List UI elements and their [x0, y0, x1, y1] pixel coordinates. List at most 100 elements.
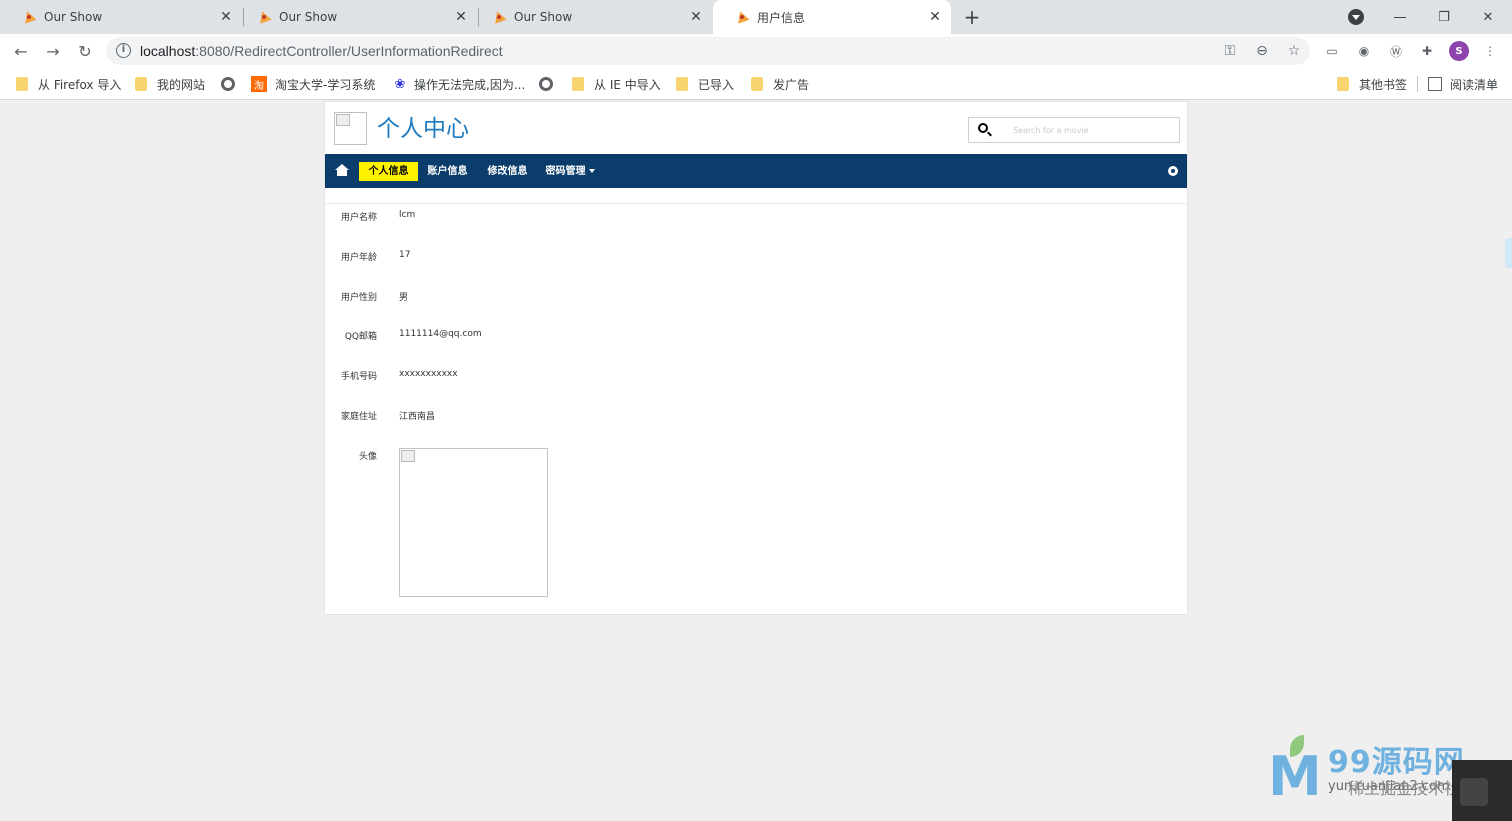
star-bookmark-icon[interactable]: ☆	[1285, 42, 1303, 60]
tab-title: 用户信息	[757, 10, 806, 25]
site-favicon-icon	[492, 10, 506, 24]
browser-tab[interactable]: Our Show ✕	[470, 0, 712, 34]
search-input[interactable]	[1013, 122, 1173, 138]
edge-tab	[1505, 238, 1512, 268]
close-window-button[interactable]: ✕	[1466, 0, 1510, 34]
extension-screen-icon[interactable]: ▭	[1322, 41, 1342, 61]
bookmark-item[interactable]	[221, 75, 245, 93]
watermark-logo-letter: M	[1268, 745, 1322, 808]
minimize-button[interactable]: —	[1378, 0, 1422, 34]
folder-icon	[16, 77, 28, 91]
field-label: QQ邮箱	[344, 332, 377, 342]
close-tab-icon[interactable]: ✕	[453, 9, 469, 25]
reload-icon[interactable]: ↻	[73, 39, 97, 63]
forward-arrow-icon[interactable]: →	[41, 39, 65, 63]
bookmark-label: 操作无法完成,因为...	[414, 77, 526, 92]
bookmark-item[interactable]: 发广告	[751, 75, 809, 93]
floating-widget[interactable]	[1452, 760, 1512, 821]
site-favicon-icon	[735, 10, 749, 24]
bookmark-item[interactable]: ❀ 操作无法完成,因为...	[392, 75, 526, 93]
tab-title: Our Show	[44, 10, 103, 24]
profile-avatar[interactable]: S	[1449, 41, 1469, 61]
widget-button[interactable]	[1460, 778, 1488, 806]
browser-toolbar: ← → ↻ i localhost:8080/RedirectControlle…	[0, 34, 1512, 68]
browser-tab[interactable]: Our Show ✕	[235, 0, 477, 34]
bookmark-label: 从 IE 中导入	[594, 77, 661, 92]
nav-edit-info[interactable]: 修改信息	[483, 162, 532, 181]
avatar-image	[399, 448, 548, 597]
extensions-puzzle-icon[interactable]: ✚	[1417, 41, 1437, 61]
search-icon[interactable]	[978, 123, 988, 133]
page-container: 个人中心 个人信息 账户信息 修改信息 密码管理 用户名称 lcm 用户年龄 1…	[324, 101, 1188, 615]
globe-icon	[221, 77, 235, 91]
folder-icon	[572, 77, 584, 91]
close-tab-icon[interactable]: ✕	[688, 9, 704, 25]
gear-icon[interactable]	[1168, 166, 1178, 176]
bookmark-label: 已导入	[698, 77, 735, 92]
field-label: 手机号码	[340, 372, 377, 382]
bookmark-separator	[1417, 76, 1418, 92]
site-favicon-icon	[257, 10, 271, 24]
word-extension-icon[interactable]: Ⓦ	[1386, 41, 1406, 61]
nav-label: 密码管理	[545, 166, 586, 177]
new-tab-button[interactable]: +	[960, 5, 984, 29]
bookmarks-bar: 从 Firefox 导入 我的网站 淘淘宝大学-学习系统 ❀ 操作无法完成,因为.…	[0, 68, 1512, 100]
field-label: 用户名称	[340, 213, 377, 223]
address-bar[interactable]: i localhost:8080/RedirectController/User…	[106, 37, 1310, 65]
section-divider	[325, 203, 1187, 204]
bookmark-item[interactable]: 从 IE 中导入	[572, 75, 661, 93]
field-value: 1111114@qq.com	[399, 329, 482, 339]
key-icon[interactable]: ⚿	[1221, 42, 1239, 60]
bookmark-item[interactable]	[539, 75, 563, 93]
bookmark-label: 其他书签	[1359, 77, 1408, 92]
movie-search[interactable]	[968, 117, 1180, 143]
bookmark-label: 发广告	[773, 77, 810, 92]
folder-icon	[751, 77, 763, 91]
nav-personal-info[interactable]: 个人信息	[359, 162, 418, 181]
close-tab-icon[interactable]: ✕	[927, 9, 943, 25]
tab-search-icon[interactable]	[1348, 9, 1364, 25]
field-value: 17	[399, 250, 411, 260]
tab-title: Our Show	[514, 10, 573, 24]
field-value: xxxxxxxxxxx	[399, 369, 458, 379]
bookmark-label: 我的网站	[157, 77, 206, 92]
more-menu-icon[interactable]: ⋮	[1480, 41, 1500, 61]
close-tab-icon[interactable]: ✕	[218, 9, 234, 25]
folder-icon	[135, 77, 147, 91]
home-icon[interactable]	[335, 164, 349, 178]
restore-button[interactable]: ❐	[1422, 0, 1466, 34]
tab-title: Our Show	[279, 10, 338, 24]
bookmark-label: 从 Firefox 导入	[38, 77, 122, 92]
bookmark-label: 阅读清单	[1450, 77, 1499, 92]
bookmark-other[interactable]: 其他书签	[1337, 75, 1407, 93]
nav-account-info[interactable]: 账户信息	[423, 162, 472, 181]
browser-tab-active[interactable]: 用户信息 ✕	[713, 0, 951, 34]
camera-icon[interactable]: ◉	[1354, 41, 1374, 61]
field-label: 头像	[358, 452, 377, 462]
bookmark-item[interactable]: 我的网站	[135, 75, 205, 93]
bookmark-item[interactable]: 淘淘宝大学-学习系统	[251, 75, 375, 93]
page-title[interactable]: 个人中心	[377, 109, 469, 143]
back-arrow-icon[interactable]: ←	[9, 39, 33, 63]
tab-strip: Our Show ✕ Our Show ✕ Our Show ✕ 用户信息 ✕ …	[0, 0, 1512, 34]
globe-icon	[539, 77, 553, 91]
reading-list-icon	[1428, 77, 1442, 91]
bookmark-item[interactable]: 已导入	[676, 75, 734, 93]
nav-password-mgmt[interactable]: 密码管理	[542, 162, 598, 181]
folder-icon	[676, 77, 688, 91]
site-info-icon[interactable]: i	[116, 43, 131, 58]
broken-logo-image[interactable]	[334, 112, 367, 145]
site-favicon-icon	[22, 10, 36, 24]
zoom-icon[interactable]: ⊖	[1253, 42, 1271, 60]
caret-down-icon	[588, 169, 595, 173]
url-text[interactable]: localhost:8080/RedirectController/UserIn…	[140, 43, 503, 59]
main-navbar: 个人信息 账户信息 修改信息 密码管理	[325, 154, 1187, 188]
reading-list[interactable]: 阅读清单	[1428, 75, 1498, 93]
browser-tab[interactable]: Our Show ✕	[0, 0, 242, 34]
field-label: 家庭住址	[340, 412, 377, 422]
folder-icon	[1337, 77, 1349, 91]
url-path: :8080/RedirectController/UserInformation…	[195, 43, 503, 59]
bookmark-item[interactable]: 从 Firefox 导入	[16, 75, 121, 93]
field-value: 江西南昌	[399, 412, 436, 422]
field-label: 用户年龄	[340, 253, 377, 263]
